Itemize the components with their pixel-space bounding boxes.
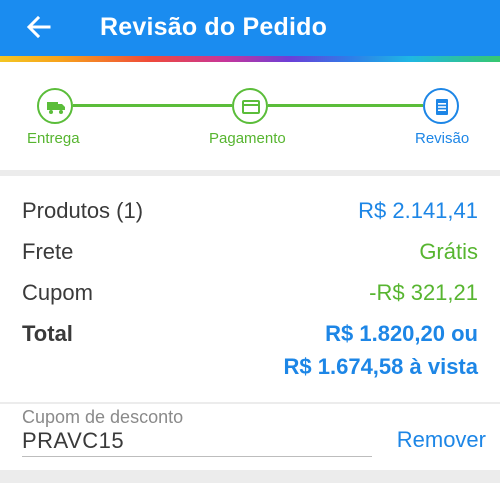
- order-summary: Produtos (1) R$ 2.141,41 Frete Grátis Cu…: [0, 176, 500, 402]
- coupon-discount-label: Cupom: [22, 280, 93, 305]
- total-value: R$ 1.820,20 ou: [325, 321, 478, 346]
- coupon-code-input[interactable]: PRAVC15: [22, 428, 124, 454]
- arrow-left-icon: [26, 15, 51, 39]
- receipt-icon: [436, 99, 448, 115]
- credit-card-icon: [242, 100, 260, 114]
- step-pagamento[interactable]: [232, 88, 268, 124]
- products-label: Produtos (1): [22, 198, 144, 223]
- checkout-stepper: Entrega Pagamento Revisão: [0, 62, 500, 170]
- coupon-input-underline: [22, 456, 372, 457]
- step-revisao[interactable]: [423, 88, 459, 124]
- shipping-label: Frete: [22, 239, 74, 264]
- step-label-pagamento: Pagamento: [209, 130, 286, 147]
- total-label: Total: [22, 321, 73, 346]
- step-connector: [73, 104, 232, 107]
- shipping-value: Grátis: [419, 239, 478, 264]
- coupon-section: Cupom de desconto PRAVC15 Remover: [0, 404, 500, 470]
- step-entrega[interactable]: [37, 88, 73, 124]
- total-cash-value: R$ 1.674,58 à vista: [283, 354, 478, 379]
- step-connector: [268, 104, 423, 107]
- page-title: Revisão do Pedido: [100, 13, 328, 41]
- products-value: R$ 2.141,41: [358, 198, 478, 223]
- app-bar: Revisão do Pedido: [0, 0, 500, 56]
- step-label-entrega: Entrega: [27, 130, 80, 147]
- truck-icon: [47, 102, 65, 114]
- coupon-field-label: Cupom de desconto: [22, 407, 184, 427]
- step-label-revisao: Revisão: [415, 130, 470, 147]
- coupon-discount-value: -R$ 321,21: [369, 280, 478, 305]
- remove-coupon-button[interactable]: Remover: [397, 427, 486, 453]
- back-button[interactable]: [22, 10, 56, 44]
